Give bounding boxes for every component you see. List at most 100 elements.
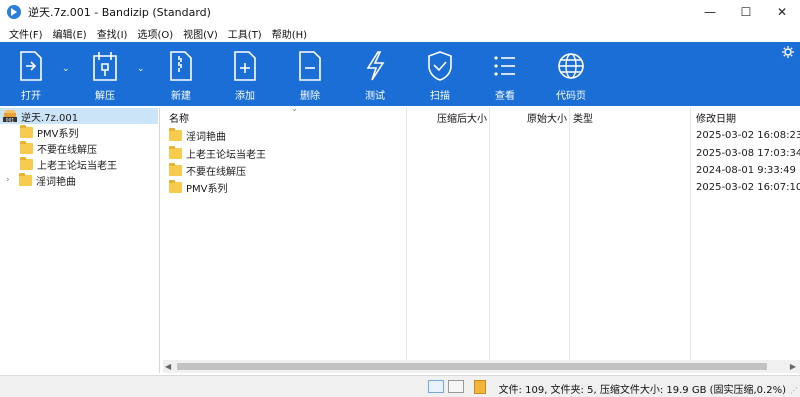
column-packed-label: 压缩后大小 bbox=[437, 113, 487, 125]
folder-icon bbox=[20, 140, 33, 154]
extract-dropdown-icon[interactable]: ⌄ bbox=[137, 64, 145, 74]
horizontal-scrollbar[interactable]: ◀ ▶ bbox=[163, 360, 800, 373]
menu-tools[interactable]: 工具(T) bbox=[223, 26, 267, 41]
tree-item-label: 上老王论坛当老王 bbox=[37, 160, 117, 172]
column-date-label: 修改日期 bbox=[696, 113, 736, 125]
folder-icon bbox=[169, 128, 182, 141]
row-date: 2025-03-02 16:08:23 bbox=[696, 130, 800, 141]
tree-item[interactable]: › 淫词艳曲 bbox=[0, 172, 76, 188]
row-date: 2024-08-01 9:33:49 bbox=[696, 165, 796, 176]
tree-item[interactable]: 上老王论坛当老王 bbox=[20, 156, 117, 172]
menu-find[interactable]: 查找(I) bbox=[92, 26, 133, 41]
scan-button[interactable]: 扫描 bbox=[417, 42, 463, 106]
extract-label: 解压 bbox=[95, 91, 115, 102]
window-controls: — ☐ ✕ bbox=[692, 0, 800, 24]
tree-root-archive[interactable]: 001 逆天.7z.001 bbox=[0, 108, 158, 124]
expand-chevron-icon[interactable]: › bbox=[6, 175, 16, 185]
menu-file[interactable]: 文件(F) bbox=[4, 26, 48, 41]
tree-item-label: 不要在线解压 bbox=[37, 144, 97, 156]
extract-button[interactable]: 解压 bbox=[82, 42, 128, 106]
tree-item-label: 淫词艳曲 bbox=[36, 176, 76, 188]
row-name: PMV系列 bbox=[186, 184, 228, 195]
folder-tree: 001 逆天.7z.001 PMV系列 不要在线解压 上老王论坛当老王 › 淫词… bbox=[0, 108, 160, 373]
delete-button[interactable]: 删除 bbox=[287, 42, 333, 106]
status-text: 文件: 109, 文件夹: 5, 压缩文件大小: 19.9 GB (固实压缩,0… bbox=[498, 385, 786, 396]
extract-icon bbox=[93, 52, 117, 81]
column-original-label: 原始大小 bbox=[527, 113, 567, 125]
test-label: 测试 bbox=[365, 91, 385, 102]
view-label: 查看 bbox=[495, 91, 515, 102]
view-button[interactable]: 查看 bbox=[482, 42, 528, 106]
shield-icon bbox=[428, 51, 452, 81]
row-date: 2025-03-08 17:03:34 bbox=[696, 148, 800, 159]
resize-grip-icon[interactable]: ⋰ bbox=[790, 386, 798, 395]
delete-label: 删除 bbox=[300, 91, 320, 102]
new-button[interactable]: 新建 bbox=[158, 42, 204, 106]
scroll-left-icon[interactable]: ◀ bbox=[165, 362, 171, 371]
folder-icon bbox=[169, 180, 182, 193]
title-bar: 逆天.7z.001 - Bandizip (Standard) — ☐ ✕ bbox=[0, 0, 800, 24]
file-list: 名称 ⌄ 压缩后大小 原始大小 类型 修改日期 淫词艳曲 2025-03-02 … bbox=[163, 104, 800, 373]
menu-help[interactable]: 帮助(H) bbox=[267, 26, 312, 41]
table-row[interactable]: 上老王论坛当老王 2025-03-08 17:03:34 bbox=[163, 145, 800, 162]
folder-icon bbox=[19, 172, 32, 186]
row-name: 淫词艳曲 bbox=[186, 132, 226, 143]
details-view-icon[interactable] bbox=[428, 380, 444, 393]
test-button[interactable]: 测试 bbox=[352, 42, 398, 106]
table-row[interactable]: 不要在线解压 2024-08-01 9:33:49 bbox=[163, 162, 800, 179]
add-label: 添加 bbox=[235, 91, 255, 102]
toolbar: 打开 ⌄ 解压 ⌄ 新建 添加 删除 测试 扫描 查看 代码页 bbox=[0, 42, 800, 106]
menu-options[interactable]: 选项(O) bbox=[132, 26, 178, 41]
thumbnail-view-icon[interactable] bbox=[448, 380, 464, 393]
archive-badge: 001 bbox=[6, 117, 15, 123]
folder-icon bbox=[20, 156, 33, 170]
folder-icon bbox=[169, 163, 182, 176]
tree-root-label: 逆天.7z.001 bbox=[21, 112, 79, 124]
column-header-type[interactable]: 类型 bbox=[573, 108, 683, 126]
codepage-label: 代码页 bbox=[556, 91, 586, 102]
tree-item[interactable]: 不要在线解压 bbox=[20, 140, 97, 156]
column-header-modified[interactable]: 修改日期 bbox=[696, 108, 796, 126]
lightning-icon bbox=[366, 51, 385, 81]
open-label: 打开 bbox=[21, 91, 41, 102]
codepage-button[interactable]: 代码页 bbox=[548, 42, 594, 106]
archive-info-icon[interactable] bbox=[474, 380, 486, 394]
window-title: 逆天.7z.001 - Bandizip (Standard) bbox=[28, 6, 211, 19]
delete-file-icon bbox=[299, 51, 321, 81]
row-name: 不要在线解压 bbox=[186, 167, 246, 178]
add-button[interactable]: 添加 bbox=[222, 42, 268, 106]
toolbar-settings-icon[interactable] bbox=[782, 46, 794, 58]
tree-item[interactable]: PMV系列 bbox=[20, 124, 79, 140]
column-header-original-size[interactable]: 原始大小 bbox=[491, 108, 567, 126]
globe-icon bbox=[558, 53, 584, 79]
row-date: 2025-03-02 16:07:10 bbox=[696, 182, 800, 193]
column-name-label: 名称 bbox=[169, 113, 189, 125]
menu-view[interactable]: 视图(V) bbox=[178, 26, 223, 41]
sort-arrow-icon: ⌄ bbox=[291, 104, 298, 113]
folder-icon bbox=[169, 146, 182, 159]
new-label: 新建 bbox=[171, 91, 191, 102]
column-type-label: 类型 bbox=[573, 113, 593, 125]
column-header-packed-size[interactable]: 压缩后大小 bbox=[407, 108, 487, 126]
row-name: 上老王论坛当老王 bbox=[186, 150, 266, 161]
open-dropdown-icon[interactable]: ⌄ bbox=[62, 64, 70, 74]
maximize-button[interactable]: ☐ bbox=[728, 0, 764, 24]
status-bar: 文件: 109, 文件夹: 5, 压缩文件大小: 19.9 GB (固实压缩,0… bbox=[0, 375, 800, 397]
scroll-right-icon[interactable]: ▶ bbox=[790, 362, 796, 371]
column-header-name[interactable]: 名称 ⌄ bbox=[169, 104, 405, 126]
tree-item-label: PMV系列 bbox=[37, 128, 79, 140]
new-archive-icon bbox=[170, 51, 192, 81]
menu-edit[interactable]: 编辑(E) bbox=[48, 26, 92, 41]
open-button[interactable]: 打开 bbox=[8, 42, 54, 106]
minimize-button[interactable]: — bbox=[692, 0, 728, 24]
archive-icon: 001 bbox=[3, 109, 17, 123]
open-icon bbox=[20, 51, 42, 81]
table-row[interactable]: PMV系列 2025-03-02 16:07:10 bbox=[163, 179, 800, 196]
list-view-icon bbox=[494, 56, 515, 76]
scrollbar-thumb[interactable] bbox=[177, 363, 767, 370]
folder-icon bbox=[20, 124, 33, 138]
scan-label: 扫描 bbox=[430, 91, 450, 102]
close-button[interactable]: ✕ bbox=[764, 0, 800, 24]
table-row[interactable]: 淫词艳曲 2025-03-02 16:08:23 bbox=[163, 127, 800, 144]
menu-bar: 文件(F) 编辑(E) 查找(I) 选项(O) 视图(V) 工具(T) 帮助(H… bbox=[0, 24, 800, 42]
